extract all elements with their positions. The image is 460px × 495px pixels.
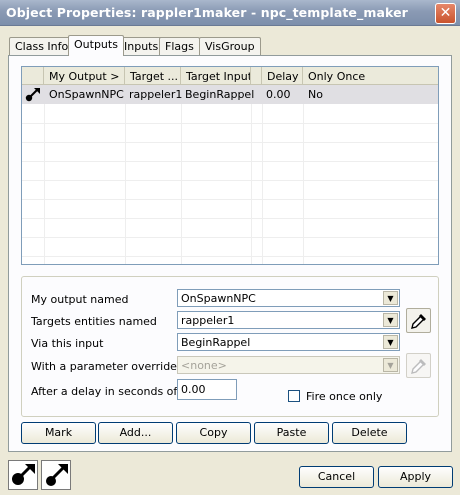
cell-target: rappeler1 [129,88,183,101]
chevron-down-icon[interactable]: ▼ [383,313,398,327]
eyedropper-icon [411,359,426,374]
header-only-once[interactable]: Only Once [303,67,438,85]
apply-button[interactable]: Apply [378,466,453,488]
grid-line [22,237,438,238]
grid-line [22,180,438,181]
window-title: Object Properties: rappler1maker - npc_t… [6,5,408,20]
tab-inputs[interactable]: Inputs [118,37,165,55]
param-select: <none> ▼ [177,356,400,374]
table-row[interactable]: OnSpawnNPC rappeler1 BeginRappel 0.00 No [22,85,438,104]
copy-button[interactable]: Copy [176,422,251,444]
connection-editor: My output named OnSpawnNPC ▼ Targets ent… [21,276,439,417]
grid-line [22,161,438,162]
grid-line [22,256,438,257]
output-select-value: OnSpawnNPC [181,292,256,305]
cancel-button[interactable]: Cancel [299,466,374,488]
tab-class-info[interactable]: Class Info [9,37,75,55]
header-icon-col[interactable] [22,67,44,85]
targets-label: Targets entities named [31,315,157,328]
input-select-value: BeginRappel [181,336,251,349]
add-button[interactable]: Add... [98,422,173,444]
chevron-down-icon[interactable]: ▼ [383,291,398,305]
delay-label: After a delay in seconds of [31,385,178,398]
cell-output: OnSpawnNPC [49,88,124,101]
mark-button[interactable]: Mark [21,422,96,444]
close-icon[interactable]: ✕ [435,3,456,24]
delay-input[interactable]: 0.00 [177,379,237,400]
outputs-list[interactable]: My Output > Target ... Target Input Dela… [21,66,439,265]
connection-arrow-icon [25,87,41,105]
cell-input: BeginRappel [185,88,255,101]
grid-line [22,142,438,143]
grid-line [22,123,438,124]
header-delay[interactable]: Delay [262,67,303,85]
pick-param-eyedropper-button [406,353,431,378]
chevron-down-icon[interactable]: ▼ [383,335,398,349]
title-bar: Object Properties: rappler1maker - npc_t… [0,0,460,26]
input-select[interactable]: BeginRappel ▼ [177,333,400,351]
targets-select[interactable]: rappeler1 ▼ [177,311,400,329]
paste-button[interactable]: Paste [254,422,329,444]
fire-once-label: Fire once only [306,390,383,403]
tab-visgroup[interactable]: VisGroup [199,37,261,55]
cell-delay: 0.00 [266,88,291,101]
delay-input-value: 0.00 [181,383,206,396]
pick-target-eyedropper-button[interactable] [406,308,431,333]
input-label: Via this input [31,337,104,350]
output-select[interactable]: OnSpawnNPC ▼ [177,289,400,307]
header-target-input[interactable]: Target Input [181,67,251,85]
eyedropper-icon [411,314,426,329]
delete-button[interactable]: Delete [332,422,407,444]
outputs-panel: My Output > Target ... Target Input Dela… [8,55,452,452]
param-label: With a parameter override of [31,360,192,373]
grid-line [22,218,438,219]
header-spacer[interactable] [251,67,262,85]
output-label: My output named [31,293,129,306]
outputs-view-button[interactable] [8,460,38,490]
targets-select-value: rappeler1 [181,314,235,327]
param-select-value: <none> [181,359,227,372]
inputs-view-button[interactable] [41,460,71,490]
header-target[interactable]: Target ... [125,67,181,85]
tab-outputs[interactable]: Outputs [68,35,124,56]
cell-once: No [308,88,323,101]
fire-once-checkbox[interactable] [288,390,300,402]
tab-flags[interactable]: Flags [159,37,200,55]
output-connection-icon [12,464,35,485]
list-header: My Output > Target ... Target Input Dela… [22,67,438,85]
header-my-output[interactable]: My Output > [44,67,125,85]
input-connection-icon [46,464,68,486]
grid-line [22,199,438,200]
chevron-down-icon: ▼ [383,358,398,372]
